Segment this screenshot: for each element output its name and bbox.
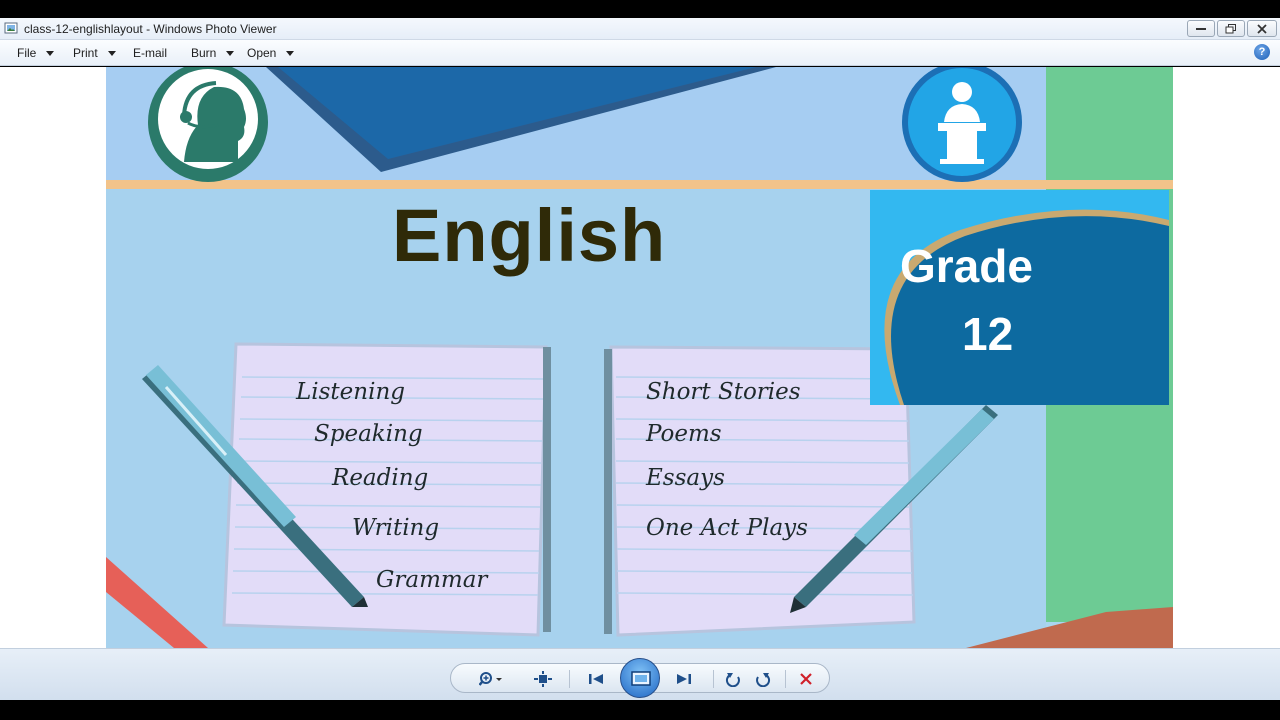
chevron-down-icon — [46, 50, 55, 56]
delete-button[interactable] — [791, 664, 821, 694]
next-icon — [677, 674, 691, 684]
topic-item: Grammar — [376, 567, 488, 593]
slide-title: English — [392, 194, 667, 277]
chevron-down-icon — [286, 50, 295, 56]
menu-file-label: File — [17, 46, 37, 60]
topic-item: Writing — [352, 515, 440, 541]
minimize-button[interactable] — [1187, 20, 1215, 37]
title-bar: class-12-englishlayout - Windows Photo V… — [0, 18, 1280, 40]
slideshow-icon — [631, 671, 651, 686]
previous-button[interactable] — [577, 664, 615, 694]
topic-item: Speaking — [314, 421, 423, 447]
help-icon[interactable]: ? — [1254, 44, 1270, 60]
menu-email[interactable]: E-mail — [133, 46, 167, 60]
grade-badge — [870, 190, 1169, 405]
actual-size-button[interactable] — [529, 664, 557, 694]
zoom-icon — [479, 672, 502, 686]
close-icon — [1257, 23, 1267, 34]
menu-file[interactable]: File — [17, 46, 55, 60]
slide-image: English Grade 12 Listening Speaking Read… — [106, 67, 1173, 648]
chevron-down-icon — [226, 50, 235, 56]
speaker-podium-icon — [902, 67, 1022, 182]
topic-item: Short Stories — [646, 379, 801, 405]
menu-open[interactable]: Open — [247, 46, 295, 60]
separator — [713, 670, 714, 688]
rotate-counterclockwise-button[interactable] — [719, 664, 747, 694]
chevron-down-icon — [107, 50, 116, 56]
menu-print-label: Print — [73, 46, 98, 60]
topic-item: Reading — [332, 465, 429, 491]
image-viewport[interactable]: English Grade 12 Listening Speaking Read… — [0, 67, 1280, 648]
actual-size-icon — [534, 671, 552, 687]
restore-icon — [1225, 23, 1236, 33]
close-button[interactable] — [1247, 20, 1277, 37]
menu-print[interactable]: Print — [73, 46, 116, 60]
previous-icon — [589, 674, 603, 684]
menu-email-label: E-mail — [133, 46, 168, 60]
separator — [569, 670, 570, 688]
zoom-button[interactable] — [473, 664, 509, 694]
restore-button[interactable] — [1217, 20, 1245, 37]
next-button[interactable] — [665, 664, 703, 694]
photo-viewer-icon — [4, 22, 18, 34]
delete-icon — [800, 673, 812, 685]
topic-item: One Act Plays — [646, 515, 808, 541]
rotate-counterclockwise-icon — [725, 673, 740, 687]
rotate-clockwise-button[interactable] — [749, 664, 777, 694]
bottom-toolbar — [0, 648, 1280, 700]
headset-icon — [148, 67, 268, 182]
screen-border — [0, 700, 1280, 720]
topic-item: Poems — [646, 421, 722, 447]
menu-open-label: Open — [247, 46, 277, 60]
minimize-icon — [1196, 27, 1206, 30]
topic-item: Essays — [646, 465, 725, 491]
separator — [785, 670, 786, 688]
menu-bar: File Print E-mail Burn Open ? — [0, 40, 1280, 66]
grade-number: 12 — [962, 308, 1014, 360]
window-title: class-12-englishlayout - Windows Photo V… — [24, 22, 277, 36]
menu-burn[interactable]: Burn — [191, 46, 235, 60]
topic-item: Listening — [296, 379, 405, 405]
grade-label: Grade — [900, 240, 1033, 292]
rotate-clockwise-icon — [756, 673, 771, 687]
slideshow-button[interactable] — [620, 658, 660, 698]
menu-burn-label: Burn — [191, 46, 217, 60]
